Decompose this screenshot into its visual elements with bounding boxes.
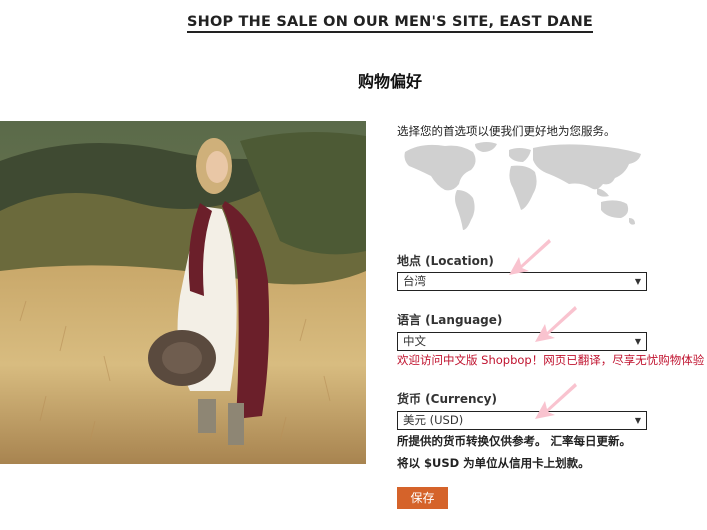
chevron-down-icon: ▼: [634, 416, 641, 425]
currency-label: 货币 (Currency): [397, 392, 497, 406]
world-map: [401, 140, 647, 236]
location-arrow-icon: [509, 239, 551, 275]
east-dane-banner[interactable]: SHOP THE SALE ON OUR MEN'S SITE, EAST DA…: [0, 14, 707, 33]
currency-select[interactable]: 美元 (USD) ▼: [397, 411, 647, 430]
language-select[interactable]: 中文 ▼: [397, 332, 647, 351]
language-value: 中文: [403, 334, 426, 348]
location-label: 地点 (Location): [397, 254, 494, 268]
chevron-down-icon: ▼: [634, 277, 641, 286]
page-title: 购物偏好: [357, 72, 422, 91]
language-label: 语言 (Language): [397, 313, 503, 327]
east-dane-link[interactable]: SHOP THE SALE ON OUR MEN'S SITE, EAST DA…: [186, 14, 594, 33]
language-arrow-icon: [535, 306, 577, 342]
chevron-down-icon: ▼: [634, 337, 641, 346]
language-notice: 欢迎访问中文版 Shopbop！网页已翻译，尽享无忧购物体验: [397, 353, 705, 367]
currency-value: 美元 (USD): [403, 413, 464, 427]
intro-text: 选择您的首选项以便我们更好地为您服务。: [397, 124, 616, 138]
hero-photo: [0, 121, 366, 464]
currency-arrow-icon: [535, 383, 577, 419]
save-button[interactable]: 保存: [397, 487, 448, 509]
location-value: 台湾: [403, 274, 426, 288]
currency-note-charge: 将以 $USD 为单位从信用卡上划款。: [397, 456, 590, 470]
currency-note-conversion: 所提供的货币转换仅供参考。 汇率每日更新。: [397, 434, 632, 448]
